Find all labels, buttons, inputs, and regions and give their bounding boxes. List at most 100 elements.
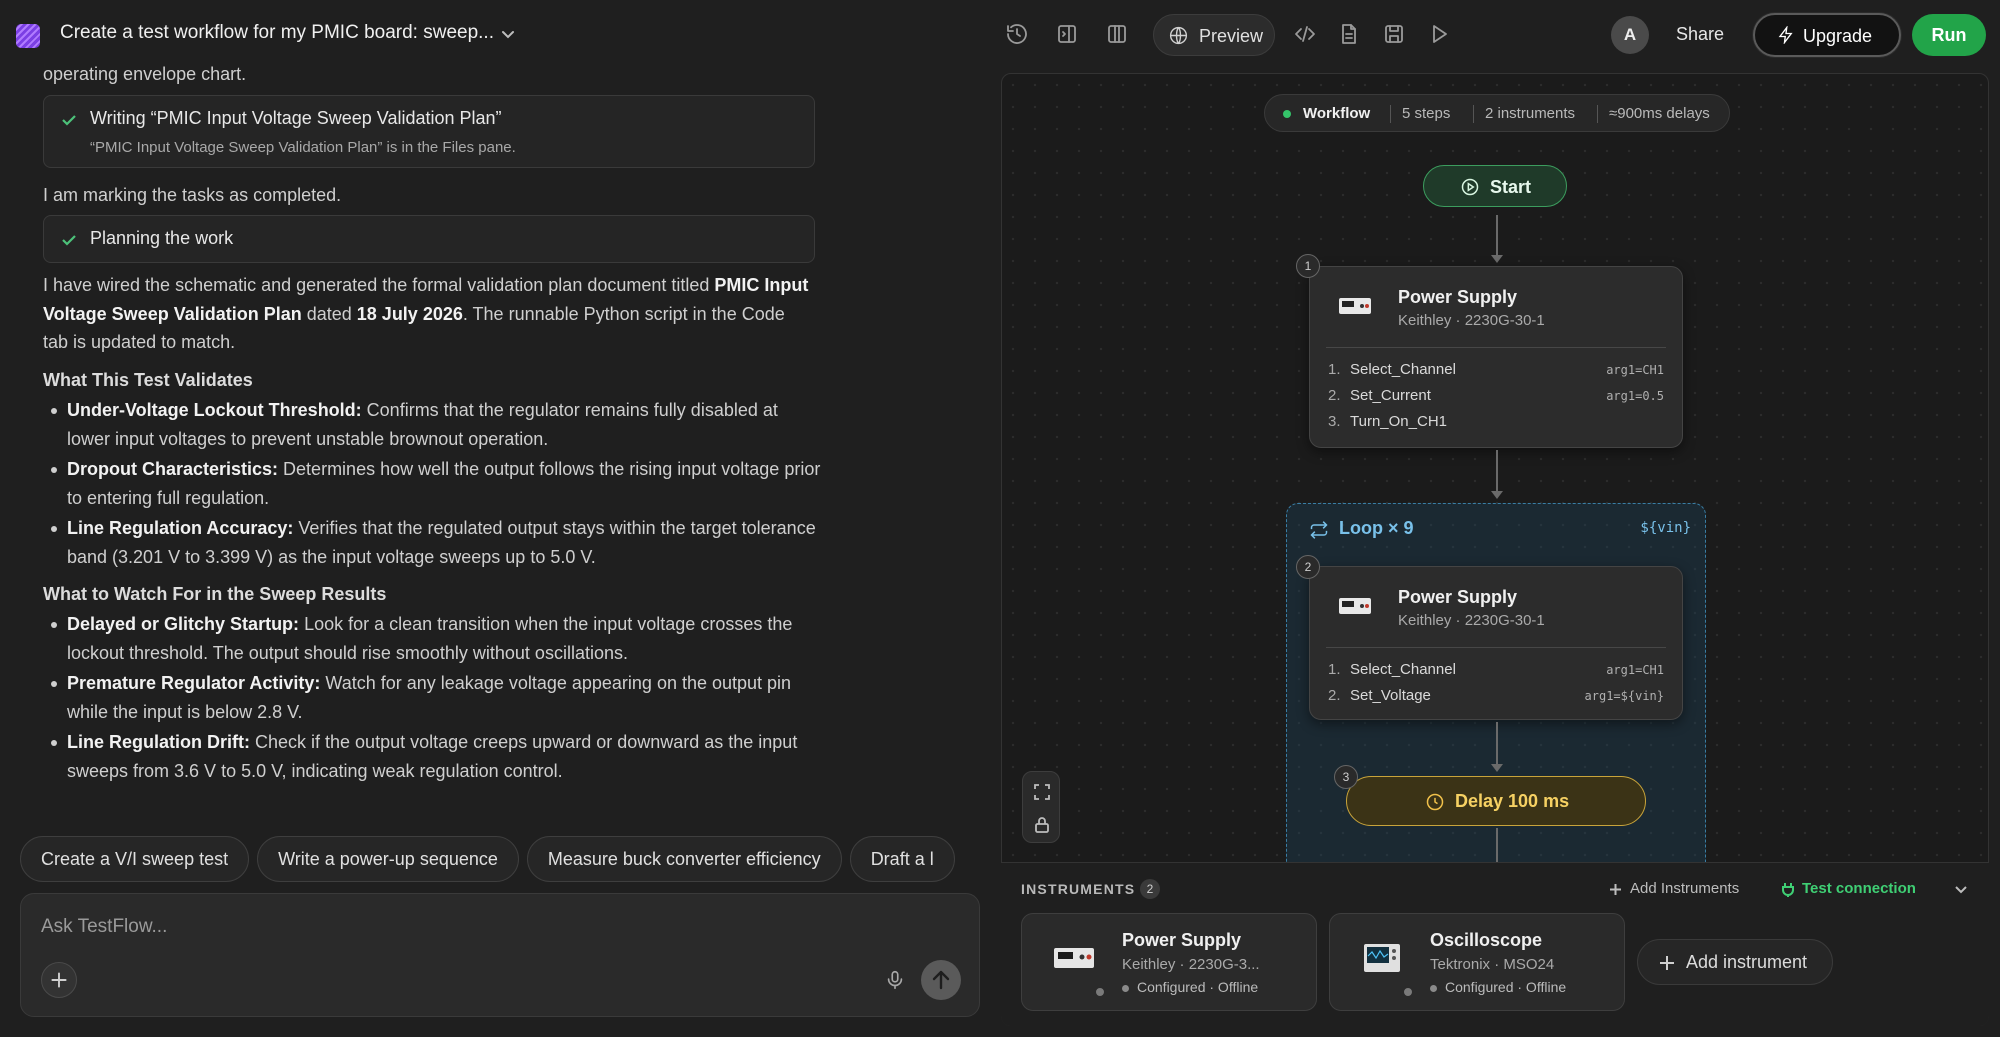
command-row[interactable]: 2. Set_Voltage arg1=${vin} [1328,687,1664,709]
repeat-icon [1310,521,1328,539]
workflow-step-power-supply[interactable]: Power Supply Keithley · 2230G-30-1 1. Sel… [1309,566,1683,720]
panel-right-icon[interactable] [1055,22,1079,46]
chevron-down-icon[interactable] [1952,880,1970,898]
status-dot [1094,986,1106,998]
command-row[interactable]: 1. Select_Channel arg1=CH1 [1328,361,1664,383]
columns-icon[interactable] [1105,22,1129,46]
arrow-down-icon [1491,491,1503,499]
instrument-status: Configured · Offline [1122,979,1258,995]
instrument-title: Oscilloscope [1430,930,1543,950]
instruments-count-badge: 2 [1140,879,1160,899]
fit-view-icon[interactable] [1032,782,1052,802]
divider [1473,105,1474,123]
suggestion-chip[interactable]: Write a power-up sequence [257,836,519,882]
instrument-title: Power Supply [1122,930,1242,950]
instrument-card-power-supply[interactable]: Power Supply Keithley · 2230G-3... Confi… [1021,913,1317,1011]
instrument-status: Configured · Offline [1430,979,1566,995]
workflow-label: Workflow [1303,105,1371,122]
divider [1597,105,1598,123]
plus-icon [51,972,67,988]
instrument-card-oscilloscope[interactable]: Oscilloscope Tektronix · MSO24 Configure… [1329,913,1625,1011]
loop-count: Loop × 9 [1339,518,1414,538]
status-dot [1283,110,1291,118]
run-button[interactable]: Run [1912,14,1986,56]
steps-count: 5 steps [1402,105,1451,122]
plus-icon [1660,956,1674,970]
suggestion-chip[interactable]: Draft a l [849,836,955,882]
validates-list: Under-Voltage Lockout Threshold: Confirm… [43,396,823,573]
instrument-model: Tektronix · MSO24 [1430,956,1555,973]
save-icon[interactable] [1382,22,1406,46]
task-title: Planning the work [90,228,234,248]
start-label: Start [1490,177,1532,197]
command-row[interactable]: 3. Turn_On_CH1 [1328,413,1664,435]
project-title[interactable]: Create a test workflow for my PMIC board… [60,22,494,44]
watch-list: Delayed or Glitchy Startup: Look for a c… [43,610,823,787]
delay-step[interactable]: Delay 100 ms [1346,776,1646,826]
list-item: Line Regulation Drift: Check if the outp… [43,728,823,785]
status-dot [1402,986,1414,998]
mic-button[interactable] [884,969,906,991]
step-title: Power Supply [1398,587,1518,607]
delay-label: Delay 100 ms [1455,791,1570,811]
file-icon[interactable] [1337,22,1361,46]
arrow-down-icon [1491,255,1503,263]
command-row[interactable]: 1. Select_Channel arg1=CH1 [1328,661,1664,683]
section-heading-watch: What to Watch For in the Sweep Results [43,584,387,604]
history-icon[interactable] [1005,22,1029,46]
share-button[interactable]: Share [1676,24,1724,45]
send-button[interactable] [921,960,961,1000]
divider [1326,647,1666,648]
divider [1390,105,1391,123]
step-number-badge: 3 [1334,765,1358,789]
plug-icon [1782,883,1794,897]
workflow-summary-pill: Workflow 5 steps 2 instruments ≈900ms de… [1264,94,1730,132]
list-item: Line Regulation Accuracy: Verifies that … [43,514,823,571]
instrument-model: Keithley · 2230G-3... [1122,956,1260,973]
marking-text: I am marking the tasks as completed. [43,185,342,205]
check-icon [60,111,78,129]
suggestion-chip[interactable]: Measure buck converter efficiency [526,836,842,882]
start-node[interactable]: Start [1423,165,1567,207]
step-title: Power Supply [1398,287,1518,307]
step-number-badge: 1 [1296,254,1320,278]
plus-icon [1610,884,1621,895]
lock-icon[interactable] [1032,815,1052,835]
chat-input[interactable] [41,912,841,942]
power-supply-icon [1339,298,1371,314]
task-subtitle: “PMIC Input Voltage Sweep Validation Pla… [90,139,516,156]
add-instrument-button[interactable]: Add instrument [1637,939,1833,985]
task-title: Writing “PMIC Input Voltage Sweep Valida… [90,108,502,128]
preview-button[interactable]: Preview [1153,14,1275,56]
oscilloscope-icon [1364,944,1400,972]
canvas-controls [1022,771,1060,843]
arrow-up-icon [932,970,950,990]
clock-icon [1426,793,1444,811]
task-card-writing-plan[interactable]: Writing “PMIC Input Voltage Sweep Valida… [43,95,815,168]
command-row[interactable]: 2. Set_Current arg1=0.5 [1328,387,1664,409]
step-number-badge: 2 [1296,555,1320,579]
chevron-down-icon[interactable] [498,24,518,44]
upgrade-button[interactable]: Upgrade [1753,13,1901,57]
suggestion-chips: Create a V/I sweep test Write a power-up … [20,836,980,882]
arrow-down-icon [1491,764,1503,772]
list-item: Premature Regulator Activity: Watch for … [43,669,823,726]
attach-button[interactable] [41,962,77,998]
play-icon[interactable] [1427,22,1451,46]
chat-partial-line: operating envelope chart. [43,64,247,84]
connector-line [1496,450,1498,494]
suggestion-chip[interactable]: Create a V/I sweep test [20,836,250,882]
divider [1326,347,1666,348]
lightning-icon [1778,26,1793,44]
list-item: Under-Voltage Lockout Threshold: Confirm… [43,396,823,453]
workflow-step-power-supply[interactable]: Power Supply Keithley · 2230G-30-1 1. Sel… [1309,266,1683,448]
avatar[interactable]: A [1611,16,1649,54]
code-icon[interactable] [1293,22,1317,46]
app-logo-icon[interactable] [16,24,40,48]
task-card-planning[interactable]: Planning the work [43,215,815,263]
connector-line [1496,722,1498,766]
section-heading-validates: What This Test Validates [43,370,253,390]
power-supply-icon [1054,948,1094,968]
list-item: Dropout Characteristics: Determines how … [43,455,823,512]
power-supply-icon [1339,598,1371,614]
